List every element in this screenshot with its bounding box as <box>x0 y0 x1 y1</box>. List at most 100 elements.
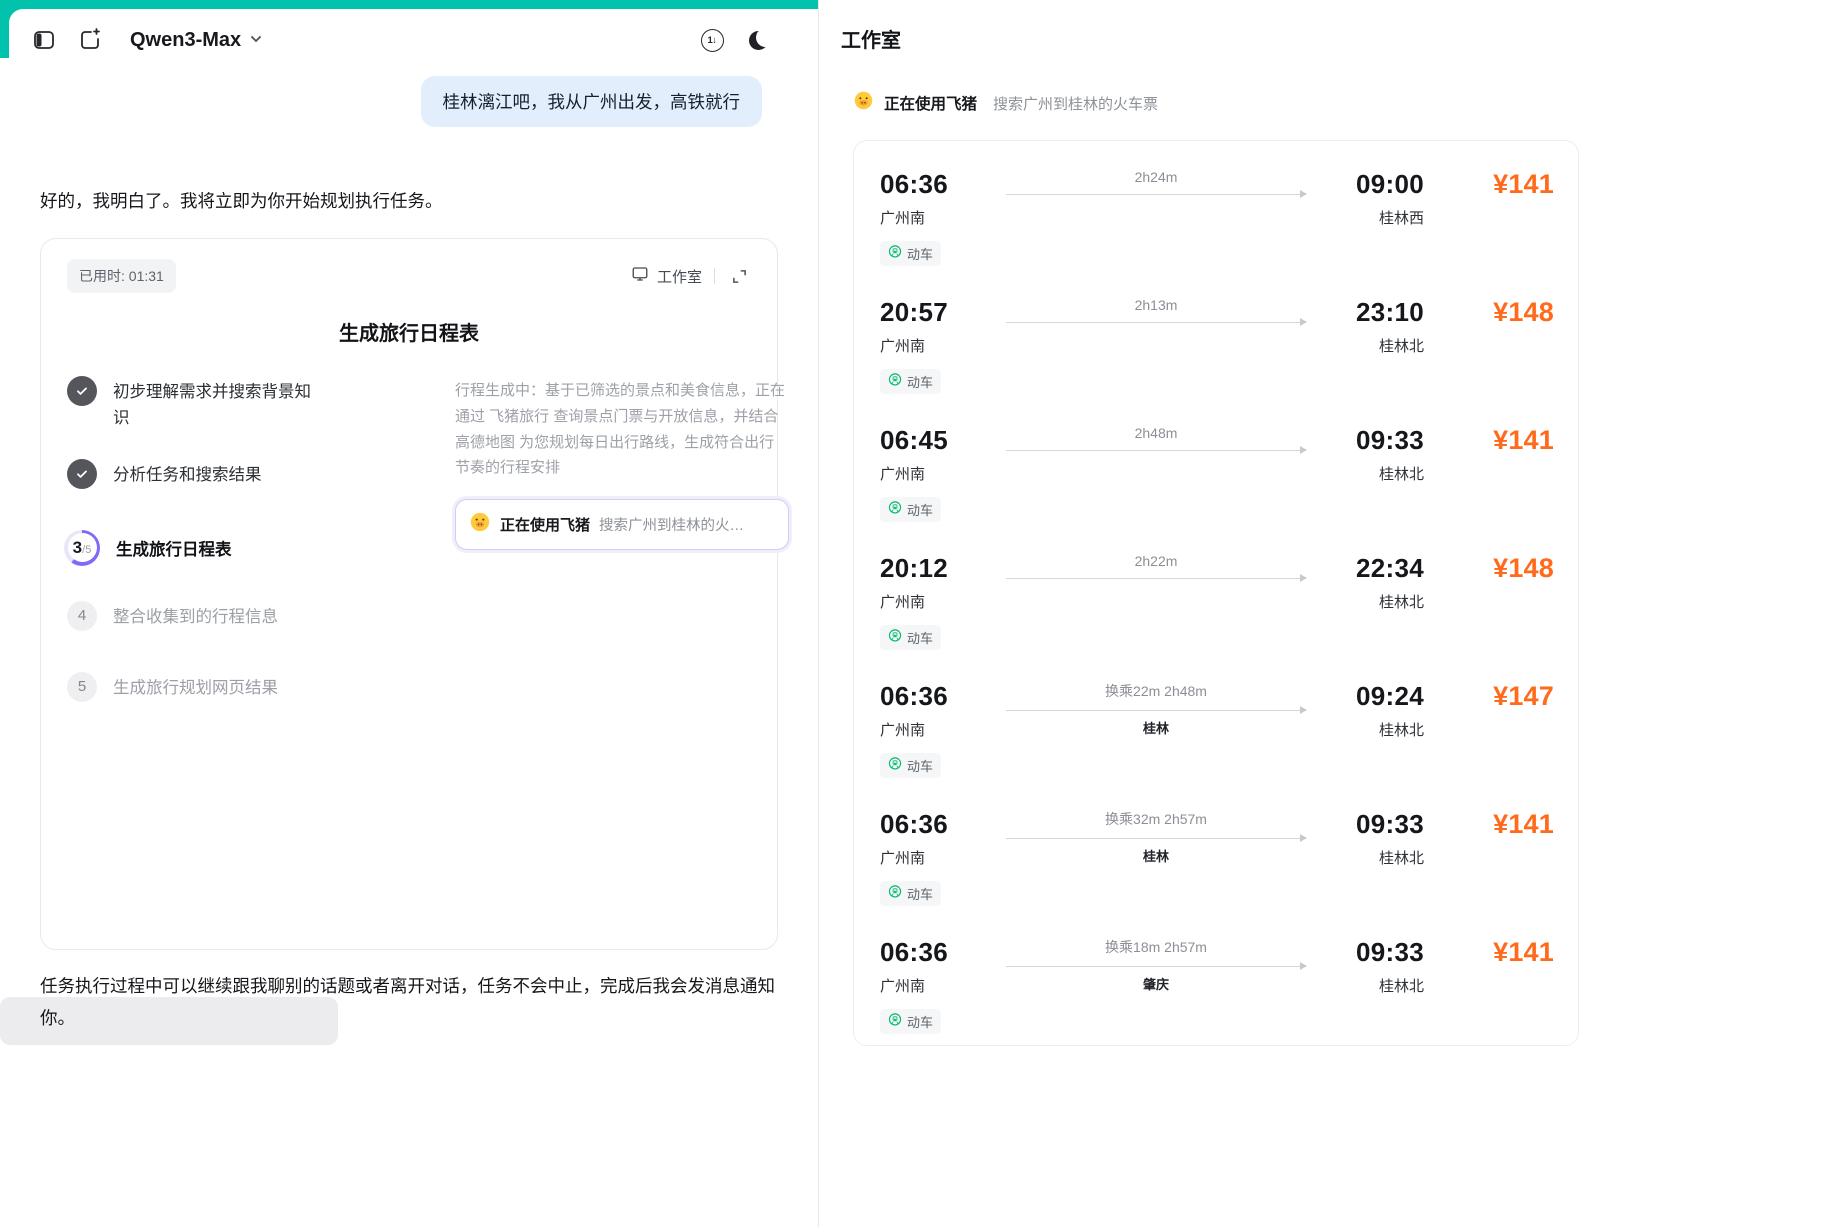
monitor-icon <box>631 265 649 287</box>
app-window: Qwen3-Max 1↓ 桂林漓江吧，我从广州出发，高铁就行 好的，我明白了。我… <box>0 0 1841 1227</box>
train-type-tag: 动车 <box>880 497 941 522</box>
departure-time: 06:45 <box>880 425 976 456</box>
arrival-station: 桂林北 <box>1336 847 1424 868</box>
arrival-time: 23:10 <box>1336 297 1424 328</box>
train-type-tag: 动车 <box>880 1009 941 1034</box>
arrival-station: 桂林西 <box>1336 207 1424 228</box>
step-item-5: 5 生成旅行规划网页结果 <box>67 672 367 716</box>
duration: 换乘22m 2h48m <box>1006 681 1306 701</box>
tool-pill[interactable]: 正在使用飞猪 搜索广州到桂林的火… <box>455 499 789 550</box>
arrival-time: 09:33 <box>1336 809 1424 840</box>
user-message: 桂林漓江吧，我从广州出发，高铁就行 <box>421 76 763 127</box>
ticket-row[interactable]: 20:12广州南 2h22m 22:34桂林北 ¥148 动车 <box>854 529 1578 657</box>
arrival-time: 09:00 <box>1336 169 1424 200</box>
step-item-4: 4 整合收集到的行程信息 <box>67 601 367 645</box>
arrival-time: 09:24 <box>1336 681 1424 712</box>
departure-station: 广州南 <box>880 207 976 228</box>
train-type-tag: 动车 <box>880 625 941 650</box>
step-label: 初步理解需求并搜索背景知识 <box>113 376 325 432</box>
train-icon <box>888 885 902 902</box>
departure-station: 广州南 <box>880 719 976 740</box>
duration: 换乘18m 2h57m <box>1006 937 1306 957</box>
departure-time: 06:36 <box>880 169 976 200</box>
step-number-badge: 5 <box>67 672 97 702</box>
ticket-row[interactable]: 06:45广州南 2h48m 09:33桂林北 ¥141 动车 <box>854 401 1578 529</box>
current-step-number: 3 <box>73 538 82 558</box>
workspace-panel: 工作室 正在使用飞猪 搜索广州到桂林的火车票 06:36广州南 2h24m 09… <box>819 0 1841 1227</box>
duration: 2h13m <box>1006 297 1306 313</box>
arrival-station: 桂林北 <box>1336 335 1424 356</box>
step-item-2: 分析任务和搜索结果 <box>67 459 367 503</box>
tool-status-name: 正在使用飞猪 <box>884 92 977 114</box>
ticket-row[interactable]: 06:36广州南 2h24m 09:00桂林西 ¥141 动车 <box>854 145 1578 273</box>
assistant-intro: 好的，我明白了。我将立即为你开始规划执行任务。 <box>40 188 443 213</box>
train-icon <box>888 373 902 390</box>
departure-station: 广州南 <box>880 591 976 612</box>
workspace-link[interactable]: 工作室 <box>631 265 702 287</box>
departure-station: 广州南 <box>880 335 976 356</box>
current-step-indicator: 3 /5 <box>64 530 100 566</box>
duration: 2h24m <box>1006 169 1306 185</box>
arrow-icon <box>1300 318 1307 326</box>
transfer-station: 桂林 <box>1006 718 1306 737</box>
ticket-price: ¥141 <box>1424 425 1554 456</box>
ticket-row[interactable]: 06:36广州南 换乘32m 2h57m桂林 09:33桂林北 ¥141 动车 <box>854 785 1578 913</box>
transfer-station <box>1006 202 1306 218</box>
sidebar-toggle-icon[interactable] <box>28 24 60 56</box>
train-icon <box>888 1013 902 1030</box>
arrow-icon <box>1300 190 1307 198</box>
arrow-icon <box>1300 706 1307 714</box>
departure-station: 广州南 <box>880 975 976 996</box>
ticket-row[interactable]: 20:57广州南 2h13m 23:10桂林北 ¥148 动车 <box>854 273 1578 401</box>
step-number-badge: 4 <box>67 601 97 631</box>
arrow-icon <box>1300 834 1307 842</box>
check-icon <box>67 459 97 489</box>
arrival-station: 桂林北 <box>1336 975 1424 996</box>
departure-time: 20:12 <box>880 553 976 584</box>
dark-mode-icon[interactable] <box>742 24 774 56</box>
workspace-link-label: 工作室 <box>657 266 702 287</box>
departure-time: 20:57 <box>880 297 976 328</box>
departure-time: 06:36 <box>880 809 976 840</box>
arrival-time: 22:34 <box>1336 553 1424 584</box>
transfer-station <box>1006 586 1306 602</box>
arrival-time: 09:33 <box>1336 937 1424 968</box>
train-icon <box>888 757 902 774</box>
header-separator <box>714 268 715 284</box>
departure-station: 广州南 <box>880 463 976 484</box>
duration: 2h22m <box>1006 553 1306 569</box>
ticket-price: ¥141 <box>1424 809 1554 840</box>
ticket-price: ¥141 <box>1424 937 1554 968</box>
ticket-row[interactable]: 06:36广州南 换乘22m 2h48m桂林 09:24桂林北 ¥147 动车 <box>854 657 1578 785</box>
arrow-icon <box>1300 574 1307 582</box>
tool-pill-name: 正在使用飞猪 <box>500 514 590 535</box>
new-chat-icon[interactable] <box>74 24 106 56</box>
model-name: Qwen3-Max <box>130 29 241 52</box>
task-card-header: 已用时: 01:31 工作室 <box>67 259 751 293</box>
total-steps: /5 <box>82 544 91 556</box>
duration: 换乘32m 2h57m <box>1006 809 1306 829</box>
arrival-station: 桂林北 <box>1336 463 1424 484</box>
arrow-icon <box>1300 446 1307 454</box>
check-icon <box>67 376 97 406</box>
assistant-note: 任务执行过程中可以继续跟我聊别的话题或者离开对话，任务不会中止，完成后我会发消息… <box>40 970 788 1035</box>
chat-panel: Qwen3-Max 1↓ 桂林漓江吧，我从广州出发，高铁就行 好的，我明白了。我… <box>0 0 818 1227</box>
arrival-station: 桂林北 <box>1336 591 1424 612</box>
step-item-1: 初步理解需求并搜索背景知识 <box>67 376 367 432</box>
model-selector[interactable]: Qwen3-Max <box>130 29 263 52</box>
expand-icon[interactable] <box>727 264 751 288</box>
tool-status-detail: 搜索广州到桂林的火车票 <box>993 93 1158 114</box>
train-type-tag: 动车 <box>880 241 941 266</box>
ticket-price: ¥147 <box>1424 681 1554 712</box>
train-icon <box>888 245 902 262</box>
ticket-price: ¥148 <box>1424 297 1554 328</box>
chevron-down-icon <box>249 29 263 52</box>
train-type-tag: 动车 <box>880 753 941 778</box>
progress-description: 行程生成中：基于已筛选的景点和美食信息，正在通过 飞猪旅行 查询景点门票与开放信… <box>455 378 789 481</box>
progress-block: 行程生成中：基于已筛选的景点和美食信息，正在通过 飞猪旅行 查询景点门票与开放信… <box>455 378 789 550</box>
task-steps: 初步理解需求并搜索背景知识 分析任务和搜索结果 3 /5 <box>67 376 367 716</box>
step-label: 整合收集到的行程信息 <box>113 601 325 645</box>
ticket-row[interactable]: 06:36广州南 换乘18m 2h57m肇庆 09:33桂林北 ¥141 动车 <box>854 913 1578 1041</box>
step-label: 分析任务和搜索结果 <box>113 459 325 503</box>
usage-limit-icon[interactable]: 1↓ <box>696 24 728 56</box>
